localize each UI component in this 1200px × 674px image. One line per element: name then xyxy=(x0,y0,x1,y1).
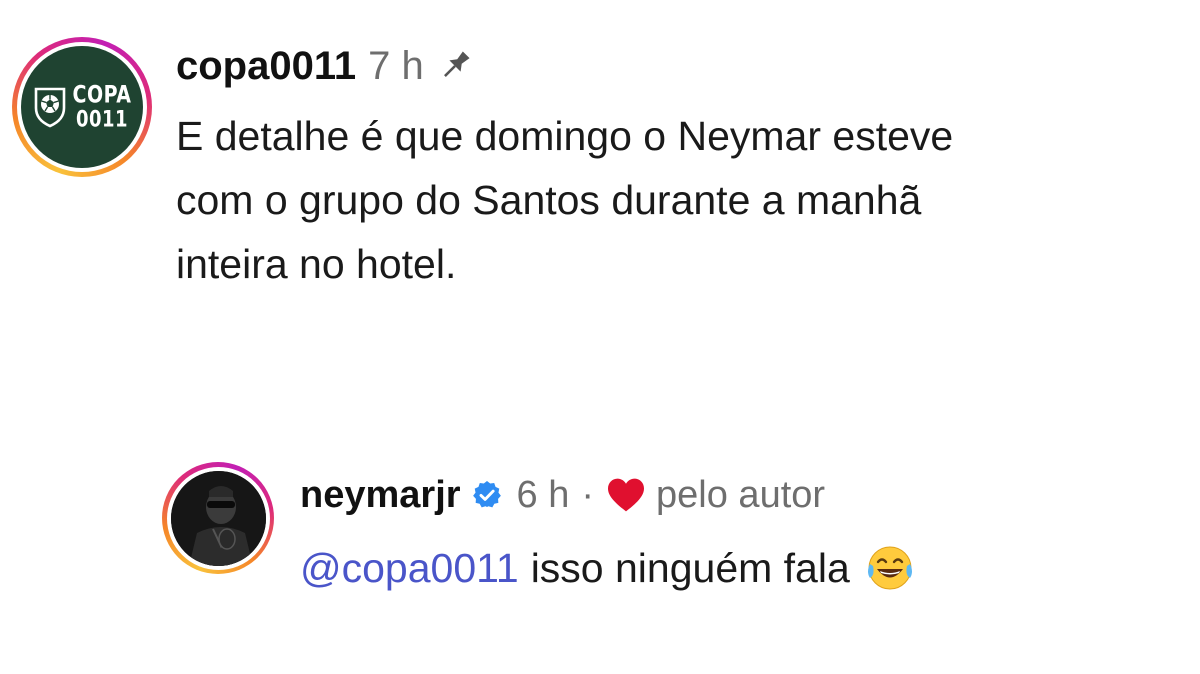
mention-link[interactable]: @copa0011 xyxy=(300,538,519,598)
avatar-copa0011[interactable]: COPA 0011 xyxy=(12,37,152,177)
copa0011-logo: COPA 0011 xyxy=(21,46,143,168)
avatar-neymarjr[interactable] xyxy=(162,462,274,574)
logo-line-1: COPA xyxy=(72,80,132,109)
comment-thread: COPA 0011 copa0011 7 h E detalhe é que d… xyxy=(0,0,1200,674)
reply-text: @copa0011 isso ninguém fala xyxy=(300,538,916,598)
copa0011-logo-text: COPA 0011 xyxy=(72,80,132,132)
logo-line-2: 0011 xyxy=(75,105,129,132)
heart-icon xyxy=(606,477,646,513)
verified-badge-icon xyxy=(471,479,503,511)
username-link[interactable]: copa0011 xyxy=(176,46,356,86)
timestamp[interactable]: 6 h xyxy=(517,476,570,514)
reply-message: isso ninguém fala xyxy=(530,545,850,591)
shield-ball-icon xyxy=(34,87,65,128)
face-with-tears-of-joy-icon xyxy=(864,542,916,594)
username-link[interactable]: neymarjr xyxy=(300,476,461,514)
comment-header: copa0011 7 h xyxy=(176,38,474,94)
person-silhouette-icon xyxy=(170,470,266,566)
comment-text: E detalhe é que domingo o Neymar esteve … xyxy=(176,113,954,287)
liked-by-author-label: pelo autor xyxy=(656,474,826,516)
separator-dot: · xyxy=(581,474,595,516)
profile-photo xyxy=(170,470,266,566)
reply-header: neymarjr 6 h · pelo autor xyxy=(300,470,825,520)
timestamp[interactable]: 7 h xyxy=(368,46,424,86)
pin-icon xyxy=(436,47,474,85)
